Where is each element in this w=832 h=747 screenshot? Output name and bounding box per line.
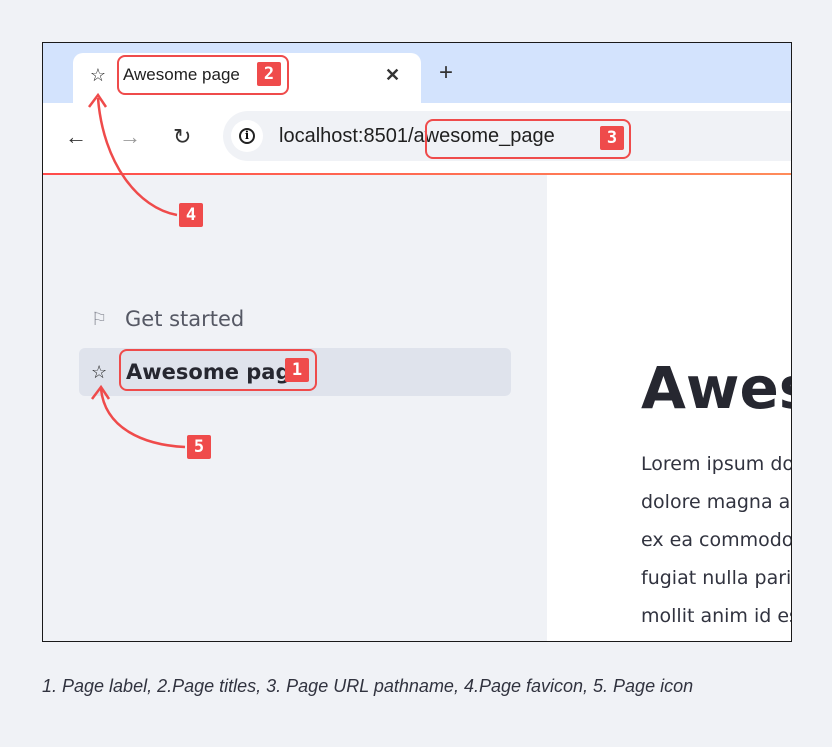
annotation-arrows bbox=[88, 92, 186, 449]
figure-caption: 1. Page label, 2.Page titles, 3. Page UR… bbox=[42, 676, 694, 696]
screenshot-frame: ☆ Awesome page ✕ + ← → ↻ i localhost:850… bbox=[42, 42, 792, 642]
